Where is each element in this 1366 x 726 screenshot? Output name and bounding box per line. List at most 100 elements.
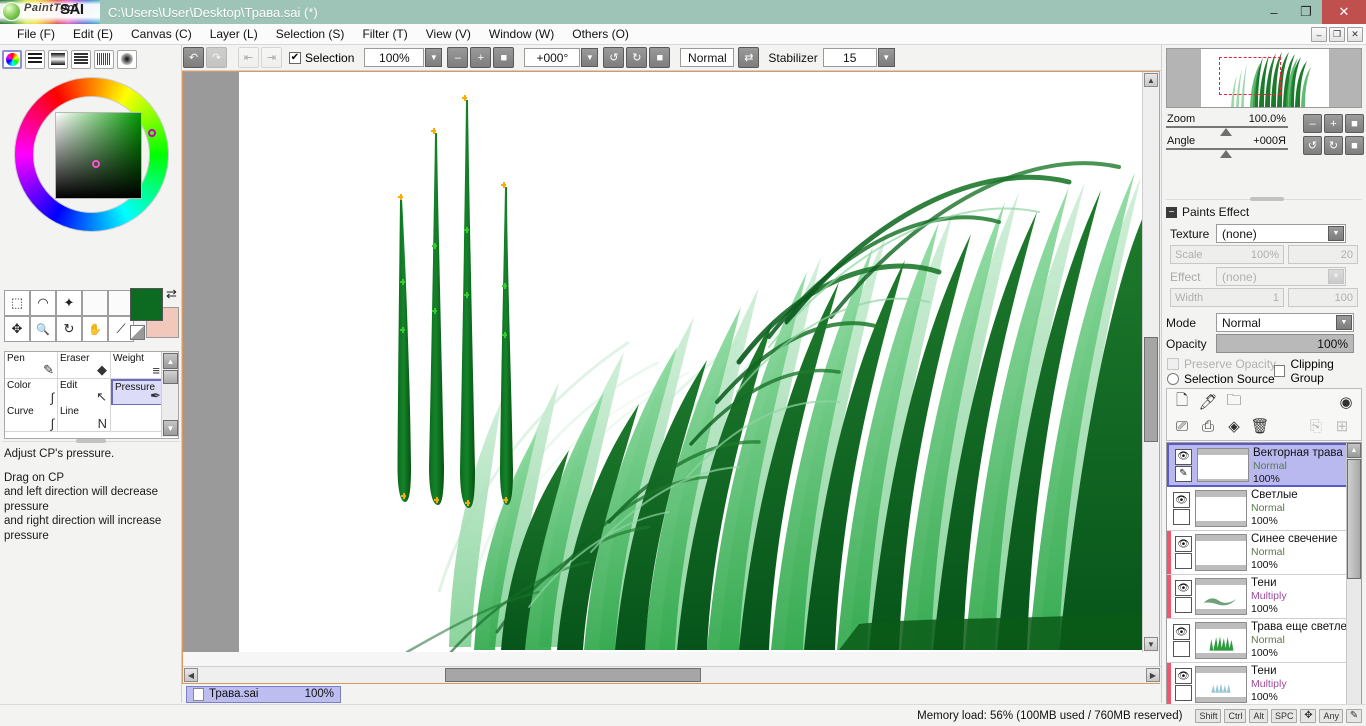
layer-scroll-up-arrow-icon[interactable]: ▲ (1347, 443, 1361, 458)
table-row[interactable]: 👁 ✎ Векторная трава Normal 100% (1167, 443, 1361, 487)
color-wheel-mode-button[interactable] (2, 50, 22, 69)
lasso-select-tool[interactable]: ◠ (30, 290, 56, 316)
menu-selection[interactable]: Selection (S) (267, 25, 354, 43)
table-row[interactable]: 👁 Тени Multiply 100% (1167, 575, 1361, 619)
effect-dropdown[interactable]: (none) ▼ (1216, 267, 1346, 286)
canvas-vscroll-thumb[interactable] (1144, 337, 1158, 442)
clear-layer-button[interactable]: ◈ (1223, 415, 1245, 437)
add-mask-button[interactable]: ⊞ (1331, 415, 1353, 437)
menu-layer[interactable]: Layer (L) (201, 25, 267, 43)
rotate-reset-button[interactable]: ■ (649, 47, 670, 68)
eye-icon[interactable]: 👁 (1175, 536, 1192, 552)
option-curve-row[interactable]: Curve ∫ (5, 405, 58, 432)
opacity-slider[interactable]: 100% (1216, 334, 1354, 353)
option-pen[interactable]: Pen ✎ (5, 352, 58, 379)
option-edit[interactable]: Edit ↖ (58, 379, 111, 406)
canvas-horizontal-scrollbar[interactable]: ◀ ▶ (183, 666, 1161, 683)
scroll-down-arrow-icon-2[interactable]: ▼ (163, 420, 178, 436)
canvas-scroll-down-arrow-icon[interactable]: ▼ (1144, 637, 1158, 651)
menu-window[interactable]: Window (W) (480, 25, 563, 43)
swatches-mode-button[interactable] (71, 50, 91, 69)
texture-dropdown[interactable]: (none) ▼ (1216, 224, 1346, 243)
layer-list-scrollbar[interactable]: ▲ ▼ (1346, 443, 1361, 726)
option-line[interactable]: Line N (58, 405, 111, 432)
blend-mode-dropdown[interactable]: Normal ▼ (1216, 313, 1354, 332)
table-row[interactable]: 👁 Тени Multiply 100% (1167, 663, 1361, 707)
blend-mode-dropdown-arrow-icon[interactable]: ▼ (1336, 315, 1352, 330)
option-pressure[interactable]: Pressure ✒ (111, 379, 166, 406)
eye-icon[interactable]: 👁 (1173, 624, 1190, 640)
merge-down-button[interactable]: ⎚ (1171, 415, 1193, 437)
layer-lock-icon[interactable] (1175, 553, 1192, 569)
nav-rotate-ccw-button[interactable]: ↺ (1303, 136, 1322, 155)
clipping-group-checkbox[interactable] (1274, 365, 1285, 377)
new-layer-button[interactable]: 🗋 (1171, 391, 1193, 413)
menu-view[interactable]: View (V) (417, 25, 480, 43)
gradient-mode-button[interactable] (48, 50, 68, 69)
flip-vertical-button[interactable]: ⇥ (261, 47, 282, 68)
clipping-group-toggle[interactable]: Clipping Group (1274, 357, 1366, 385)
rotate-tool[interactable]: ↻ (56, 316, 82, 342)
stabilizer-value-field[interactable]: 15 (823, 48, 877, 67)
minimize-button[interactable]: – (1258, 0, 1290, 24)
move-tool[interactable]: ✥ (4, 316, 30, 342)
transfer-down-button[interactable]: ⎘ (1305, 415, 1327, 437)
canvas-scroll-right-arrow-icon[interactable]: ▶ (1146, 668, 1160, 682)
zoom-out-button[interactable]: – (447, 47, 468, 68)
nav-angle-knob[interactable] (1220, 150, 1232, 158)
menu-others[interactable]: Others (O) (563, 25, 638, 43)
nav-zoom-reset-button[interactable]: ■ (1345, 114, 1364, 133)
canvas-hscroll-thumb[interactable] (445, 668, 701, 682)
mdi-restore-button[interactable]: ❐ (1329, 27, 1345, 42)
menu-edit[interactable]: Edit (E) (64, 25, 122, 43)
layer-lock-icon[interactable] (1175, 685, 1192, 701)
paints-effect-header[interactable]: − Paints Effect (1166, 205, 1249, 219)
table-row[interactable]: 👁 Синее свечение Normal 100% (1167, 531, 1361, 575)
canvas-viewport[interactable] (239, 72, 1143, 652)
rectangle-select-tool[interactable]: ⬚ (4, 290, 30, 316)
texture-dropdown-arrow-icon[interactable]: ▼ (1328, 226, 1344, 241)
zoom-tool[interactable]: 🔍 (30, 316, 56, 342)
mdi-minimize-button[interactable]: – (1311, 27, 1327, 42)
foreground-color-swatch[interactable] (130, 288, 163, 321)
rotate-cw-button[interactable]: ↻ (626, 47, 647, 68)
selection-toggle[interactable]: ✔ Selection (289, 51, 354, 65)
zoom-dropdown-arrow[interactable]: ▼ (425, 48, 442, 67)
canvas-scroll-left-arrow-icon[interactable]: ◀ (184, 668, 198, 682)
restore-button[interactable]: ❐ (1290, 0, 1322, 24)
selection-source-radio[interactable] (1167, 373, 1179, 385)
flip-horizontal-button[interactable]: ⇤ (238, 47, 259, 68)
zoom-reset-button[interactable]: ■ (493, 47, 514, 68)
document-tab[interactable]: Трава.sai 100% (186, 686, 341, 703)
layer-scroll-thumb[interactable] (1347, 459, 1361, 579)
option-color[interactable]: Color ∫ (5, 379, 58, 406)
mirror-view-button[interactable]: ⇄ (738, 47, 759, 68)
transparent-color-button[interactable] (130, 325, 145, 340)
paints-effect-collapse-icon[interactable]: − (1166, 207, 1177, 218)
linework-pen-icon[interactable]: ✎ (1175, 466, 1192, 482)
merge-visible-button[interactable]: ⎙ (1197, 415, 1219, 437)
navigator-angle-slider[interactable]: Angle +000Я (1166, 135, 1288, 157)
canvas-scroll-up-arrow-icon[interactable]: ▲ (1144, 73, 1158, 87)
nav-rotate-reset-button[interactable]: ■ (1345, 136, 1364, 155)
preserve-opacity-toggle[interactable]: Preserve Opacity (1167, 357, 1276, 371)
eye-icon[interactable]: 👁 (1175, 449, 1192, 465)
menu-filter[interactable]: Filter (T) (353, 25, 416, 43)
layer-list[interactable]: 👁 ✎ Векторная трава Normal 100% 👁 (1166, 442, 1362, 726)
effect-dropdown-arrow-icon[interactable]: ▼ (1328, 269, 1344, 284)
delete-layer-button[interactable]: 🗑 (1249, 415, 1271, 437)
scroll-thumb[interactable] (163, 370, 178, 384)
navigator-thumbnail[interactable] (1166, 48, 1362, 108)
grass-artwork[interactable] (239, 72, 1143, 652)
angle-dropdown-arrow[interactable]: ▼ (581, 48, 598, 67)
nav-zoom-out-button[interactable]: – (1303, 114, 1322, 133)
layer-lock-icon[interactable] (1173, 509, 1190, 525)
stabilizer-dropdown-arrow[interactable]: ▼ (878, 48, 895, 67)
table-row[interactable]: 👁 Трава еще светлее Normal 100% (1167, 619, 1361, 663)
canvas-vertical-scrollbar[interactable]: ▲ ▼ (1142, 72, 1159, 652)
new-layer-folder-button[interactable]: 🗀 (1223, 391, 1245, 413)
selection-checkbox[interactable]: ✔ (289, 52, 301, 64)
layer-lock-icon[interactable] (1173, 641, 1190, 657)
selection-source-toggle[interactable]: Selection Source (1167, 372, 1275, 386)
eye-icon[interactable]: 👁 (1175, 580, 1192, 596)
